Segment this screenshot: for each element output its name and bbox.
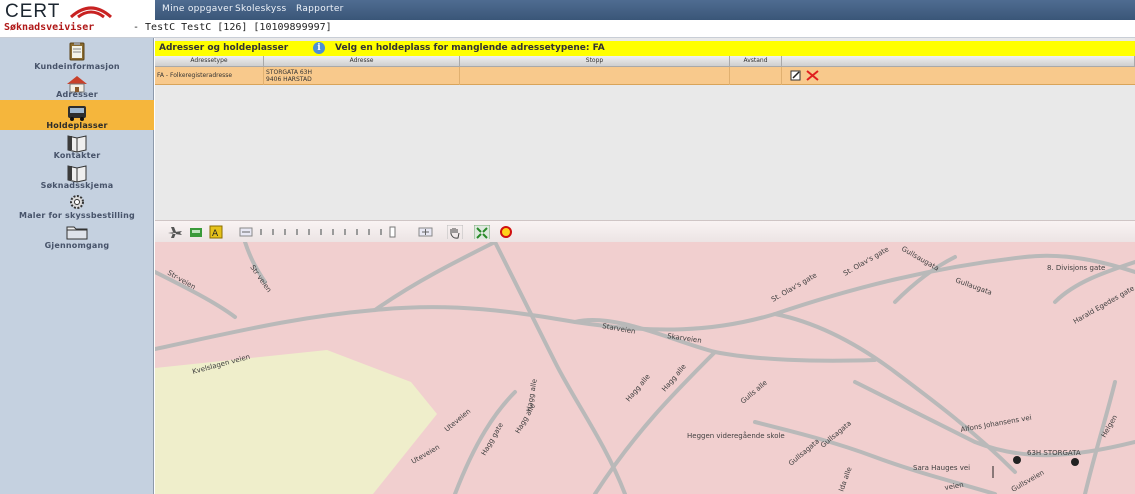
sidebar-item-label: Kontakter bbox=[53, 151, 101, 160]
map-view[interactable]: Str-veien Str veien Kvelslagen veien Sta… bbox=[155, 242, 1135, 494]
address-line-2: 9406 HARSTAD bbox=[266, 76, 312, 83]
map-label: Ida alle bbox=[837, 466, 853, 493]
sub-header: Søknadsveiviser - TestC TestC [126] [101… bbox=[0, 20, 1135, 38]
cell-avstand bbox=[730, 67, 782, 85]
map-label: St. Olav's gate bbox=[842, 245, 890, 277]
sidebar-item-kundeinformasjon[interactable]: Kundeinformasjon bbox=[0, 40, 154, 72]
cell-adressetype: FA - Folkeregisteradresse bbox=[155, 67, 264, 85]
column-header-avstand[interactable]: Avstand bbox=[730, 56, 782, 67]
map-label: Hagg alle bbox=[624, 373, 651, 404]
address-line-1: STORGATA 63H bbox=[266, 69, 313, 76]
sidebar-item-soknadsskjema[interactable]: Søknadsskjema bbox=[0, 162, 154, 192]
menu-skoleskyss[interactable]: Skoleskyss bbox=[235, 4, 286, 14]
column-header-adressetype[interactable]: Adressetype bbox=[155, 56, 264, 67]
menu-rapporter[interactable]: Rapporter bbox=[296, 4, 344, 14]
logo-text: CERT bbox=[5, 1, 61, 22]
layer-icon[interactable]: A bbox=[209, 225, 223, 239]
map-label: Hagg alle bbox=[660, 363, 687, 394]
edit-icon[interactable] bbox=[790, 70, 801, 81]
map-label: Harald Egedes gate bbox=[1072, 284, 1135, 325]
sidebar-item-label: Maler for skyssbestilling bbox=[19, 211, 135, 220]
column-header-stopp[interactable]: Stopp bbox=[460, 56, 730, 67]
svg-text:A: A bbox=[212, 229, 219, 239]
map-toolbar: A bbox=[155, 220, 1135, 242]
map-label: Heggen videregående skole bbox=[687, 431, 785, 440]
zoom-out-bar-icon[interactable] bbox=[239, 225, 253, 239]
map-label: Uteveien bbox=[410, 443, 441, 466]
map-label: 63H STORGATA bbox=[1027, 449, 1081, 457]
folder-icon bbox=[66, 226, 88, 240]
delete-icon[interactable] bbox=[806, 70, 819, 81]
sidebar-item-adresser[interactable]: Adresser bbox=[0, 74, 154, 100]
logo-arc-icon bbox=[69, 6, 113, 19]
top-menu: Mine oppgaver Skoleskyss Rapporter bbox=[155, 0, 1135, 20]
pan-hand-icon[interactable] bbox=[447, 225, 463, 239]
status-message: Velg en holdeplass for manglende adresse… bbox=[335, 43, 605, 53]
table-row[interactable]: FA - Folkeregisteradresse STORGATA 63H 9… bbox=[155, 67, 1135, 85]
main-content: Adresser og holdeplasser i Velg en holde… bbox=[155, 38, 1135, 494]
map-label: Str veien bbox=[248, 264, 273, 294]
sidebar-item-gjennomgang[interactable]: Gjennomgang bbox=[0, 222, 154, 250]
bus-icon bbox=[68, 106, 86, 121]
zoom-in-icon[interactable] bbox=[418, 225, 434, 239]
sidebar-item-label: Holdeplasser bbox=[46, 121, 108, 130]
app-name: Søknadsveiviser bbox=[4, 22, 95, 33]
gear-icon bbox=[70, 195, 84, 209]
sidebar-item-holdeplasser[interactable]: Holdeplasser bbox=[0, 100, 154, 130]
brand-logo: CERT bbox=[0, 0, 155, 22]
address-marker[interactable] bbox=[1013, 456, 1021, 464]
page-title: Adresser og holdeplasser bbox=[159, 43, 289, 53]
clipboard-icon bbox=[69, 42, 85, 61]
map-label: Hagg gate bbox=[480, 421, 505, 457]
map-label: Gulls alle bbox=[739, 379, 769, 406]
book-icon bbox=[67, 135, 87, 153]
map-label: Alfons Johansens vei bbox=[960, 414, 1032, 434]
map-label: 8. Divisjons gate bbox=[1047, 264, 1105, 272]
zoom-extent-icon[interactable] bbox=[474, 225, 490, 239]
circle-select-icon[interactable] bbox=[499, 225, 513, 239]
column-header-actions bbox=[782, 56, 1135, 67]
map-label: Gullsagata bbox=[787, 437, 821, 467]
sidebar-item-label: Kundeinformasjon bbox=[34, 62, 120, 71]
sidebar: Kundeinformasjon Adresser Holdeplasser K… bbox=[0, 38, 154, 494]
sidebar-item-label: Gjennomgang bbox=[44, 241, 110, 250]
map-label: Sara Hauges vei bbox=[913, 464, 970, 472]
map-canvas: Str-veien Str veien Kvelslagen veien Sta… bbox=[155, 242, 1135, 494]
map-label: St. Olav's gate bbox=[770, 271, 818, 303]
sidebar-item-kontakter[interactable]: Kontakter bbox=[0, 132, 154, 162]
cell-adresse: STORGATA 63H 9406 HARSTAD bbox=[264, 67, 460, 85]
cell-stopp[interactable] bbox=[460, 67, 730, 85]
airplane-icon[interactable] bbox=[167, 225, 183, 239]
stop-marker[interactable] bbox=[1071, 458, 1079, 466]
sidebar-item-label: Adresser bbox=[56, 90, 98, 99]
menu-mine-oppgaver[interactable]: Mine oppgaver bbox=[162, 4, 233, 14]
info-icon: i bbox=[313, 42, 325, 54]
book-icon bbox=[67, 165, 87, 183]
zoom-slider[interactable] bbox=[258, 225, 398, 239]
sidebar-item-maler-for-skyssbestilling[interactable]: Maler for skyssbestilling bbox=[0, 192, 154, 222]
column-header-adresse[interactable]: Adresse bbox=[264, 56, 460, 67]
customer-info: - TestC TestC [126] [10109899997] bbox=[133, 22, 332, 33]
application-window: CERT Mine oppgaver Skoleskyss Rapporter … bbox=[0, 0, 1135, 494]
map-label: Uteveien bbox=[443, 407, 472, 433]
train-icon[interactable] bbox=[189, 225, 203, 239]
map-label: Gullaugata bbox=[954, 276, 993, 297]
map-label: veien bbox=[944, 481, 964, 492]
map-label: Gullsaugata bbox=[900, 245, 940, 273]
title-bar: Adresser og holdeplasser i Velg en holde… bbox=[155, 41, 1135, 56]
sidebar-item-label: Søknadsskjema bbox=[40, 181, 114, 190]
